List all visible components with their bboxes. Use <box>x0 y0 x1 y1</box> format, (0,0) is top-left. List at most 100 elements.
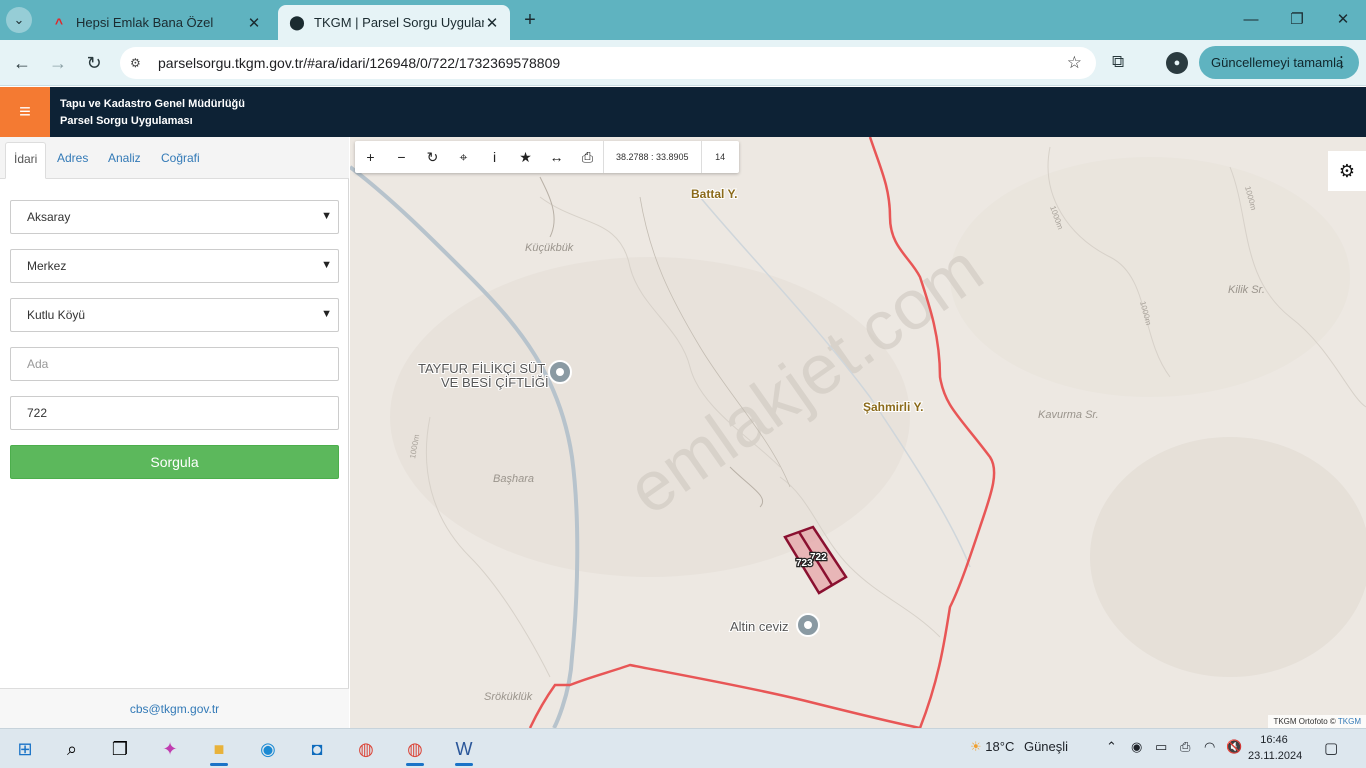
chevron-down-icon: ▼ <box>321 308 332 320</box>
tab-cografi[interactable]: Coğrafi <box>153 142 208 179</box>
tab-title: Hepsi Emlak Bana Özel <box>76 15 214 30</box>
weather-text: Güneşli <box>1023 739 1069 754</box>
clock-date: 23.11.2024 <box>1248 750 1303 762</box>
ilce-select[interactable]: Merkez ▼ <box>10 249 339 283</box>
search-icon[interactable]: ⌕ <box>57 735 87 763</box>
volume-muted-icon[interactable]: 🔇 <box>1226 739 1242 755</box>
windows-taskbar: ⊞ ⌕ ❐ ✦ ■ ◉ ◘ ◍ ◍ W ☀ 18°C Güneşli ⌃ ◉ ▭… <box>0 728 1366 768</box>
copilot-icon[interactable]: ✦ <box>155 735 185 763</box>
chrome-icon[interactable]: ◍ <box>351 735 381 763</box>
refresh-icon[interactable]: ↻ <box>417 141 448 173</box>
map-canvas[interactable]: emlakjet.com 722 723 Battal Y. Küçükbük … <box>350 137 1366 728</box>
place-label-bashara: Başhara <box>493 473 534 485</box>
sorgula-button[interactable]: Sorgula <box>10 445 339 479</box>
query-panel: İdari Adres Analiz Coğrafi Aksaray ▼ Mer… <box>0 137 349 728</box>
more-menu-icon[interactable]: ⋮ <box>1334 53 1349 71</box>
poi-marker-dot <box>804 621 812 629</box>
parsel-value: 722 <box>27 406 48 420</box>
new-tab-button[interactable]: + <box>518 9 542 33</box>
tab-idari[interactable]: İdari <box>5 142 47 179</box>
map-view[interactable]: emlakjet.com 722 723 Battal Y. Küçükbük … <box>350 137 1366 728</box>
url-text[interactable]: parselsorgu.tkgm.gov.tr/#ara/idari/12694… <box>158 55 560 71</box>
place-label-kilik: Kilik Sr. <box>1228 284 1265 296</box>
word-icon[interactable]: W <box>449 735 479 766</box>
attribution-link[interactable]: TKGM <box>1338 717 1361 726</box>
system-clock[interactable]: 16:46 23.11.2024 <box>1248 732 1303 764</box>
tray-chevron-icon[interactable]: ⌃ <box>1106 739 1117 755</box>
browser-toolbar: ← → ↻ ⚙ parselsorgu.tkgm.gov.tr/#ara/ida… <box>0 40 1366 86</box>
favorite-star-icon[interactable]: ★ <box>510 141 541 173</box>
forward-arrow-icon[interactable]: → <box>46 51 70 75</box>
zoom-in-icon[interactable]: + <box>355 141 386 173</box>
outlook-icon[interactable]: ◘ <box>302 735 332 763</box>
coordinate-readout: 38.2788 : 33.8905 <box>603 141 701 173</box>
mahalle-select[interactable]: Kutlu Köyü ▼ <box>10 298 339 332</box>
back-arrow-icon[interactable]: ← <box>10 51 34 75</box>
poi-label-tayfur-line1: TAYFUR FİLİKÇİ SÜT <box>418 361 545 376</box>
attribution-text: TKGM Ortofoto © <box>1273 717 1336 726</box>
extensions-icon[interactable]: ⧉ <box>1112 52 1124 72</box>
parcel-label-723: 723 <box>796 558 813 569</box>
battery-icon[interactable]: ▭ <box>1155 739 1167 755</box>
poi-label-altin-ceviz: Altin ceviz <box>730 619 789 634</box>
browser-tab-hepsiemlak[interactable]: ^ Hepsi Emlak Bana Özel ✕ <box>40 5 272 40</box>
ilce-value: Merkez <box>27 259 67 273</box>
close-tab-icon[interactable]: ✕ <box>246 14 262 32</box>
weather-sun-icon: ☀ <box>970 739 982 754</box>
edge-browser-icon[interactable]: ◉ <box>253 735 283 763</box>
app-title-line1: Tapu ve Kadastro Genel Müdürlüğü <box>60 98 245 110</box>
terrain-shade <box>950 157 1350 397</box>
restore-icon[interactable]: ❐ <box>1274 8 1320 32</box>
ada-input[interactable]: Ada <box>10 347 339 381</box>
il-select[interactable]: Aksaray ▼ <box>10 200 339 234</box>
panel-tabs: İdari Adres Analiz Coğrafi <box>0 137 349 179</box>
record-icon[interactable]: ◉ <box>1131 739 1142 755</box>
panel-footer: cbs@tkgm.gov.tr <box>0 688 349 728</box>
info-icon[interactable]: i <box>479 141 510 173</box>
map-toolbar: + − ↻ ⌖ i ★ ↔ ⎙ 38.2788 : 33.8905 14 <box>355 141 739 173</box>
wifi-icon[interactable]: ◠ <box>1204 739 1215 755</box>
tab-adres[interactable]: Adres <box>49 142 96 179</box>
device-icon[interactable]: ⎙ <box>1180 739 1190 755</box>
place-label-kavurma: Kavurma Sr. <box>1038 409 1099 421</box>
bookmark-star-icon[interactable]: ☆ <box>1067 53 1082 73</box>
update-button-label: Güncellemeyi tamamla <box>1211 55 1344 70</box>
weather-temp: 18°C <box>985 739 1015 754</box>
tab-search-icon[interactable]: ⌄ <box>6 7 32 33</box>
zoom-out-icon[interactable]: − <box>386 141 417 173</box>
poi-marker-dot <box>556 368 564 376</box>
clock-time: 16:46 <box>1260 734 1288 746</box>
notification-icon[interactable]: ▢ <box>1324 739 1338 757</box>
task-view-icon[interactable]: ❐ <box>105 735 135 763</box>
windows-start-icon[interactable]: ⊞ <box>10 735 40 763</box>
update-button[interactable]: Güncellemeyi tamamla ⋮ <box>1199 46 1359 79</box>
minimize-icon[interactable]: — <box>1228 8 1274 32</box>
file-explorer-icon[interactable]: ■ <box>204 735 234 766</box>
close-window-icon[interactable]: ✕ <box>1320 8 1366 32</box>
settings-gear-icon[interactable]: ⚙ <box>1328 151 1366 191</box>
app-title-line2: Parsel Sorgu Uygulaması <box>60 115 193 127</box>
app-header: ≡ Tapu ve Kadastro Genel Müdürlüğü Parse… <box>0 87 1366 137</box>
il-value: Aksaray <box>27 210 71 224</box>
chrome-active-icon[interactable]: ◍ <box>400 735 430 766</box>
tab-analiz[interactable]: Analiz <box>100 142 149 179</box>
place-label-battal: Battal Y. <box>691 187 737 201</box>
terrain-shade <box>1090 437 1366 677</box>
contact-email-link[interactable]: cbs@tkgm.gov.tr <box>130 702 219 716</box>
measure-icon[interactable]: ↔ <box>541 141 572 173</box>
place-label-sahmirli: Şahmirli Y. <box>863 400 923 414</box>
locate-icon[interactable]: ⌖ <box>448 141 479 173</box>
reload-icon[interactable]: ↻ <box>82 51 106 75</box>
site-info-icon[interactable]: ⚙ <box>130 56 152 70</box>
print-icon[interactable]: ⎙ <box>572 141 603 173</box>
address-bar[interactable]: ⚙ parselsorgu.tkgm.gov.tr/#ara/idari/126… <box>120 47 1096 79</box>
tab-title: TKGM | Parsel Sorgu Uygulaması <box>314 15 484 30</box>
parsel-input[interactable]: 722 <box>10 396 339 430</box>
map-attribution: TKGM Ortofoto © TKGM <box>1268 715 1366 728</box>
profile-avatar-icon[interactable]: ● <box>1166 52 1188 74</box>
browser-tab-tkgm[interactable]: ⬤ TKGM | Parsel Sorgu Uygulaması ✕ <box>278 5 510 40</box>
place-label-bottom: Sröküklük <box>484 691 533 703</box>
hamburger-menu-icon[interactable]: ≡ <box>0 87 50 137</box>
close-tab-icon[interactable]: ✕ <box>484 14 500 32</box>
weather-widget[interactable]: ☀ 18°C Güneşli <box>970 739 1068 755</box>
